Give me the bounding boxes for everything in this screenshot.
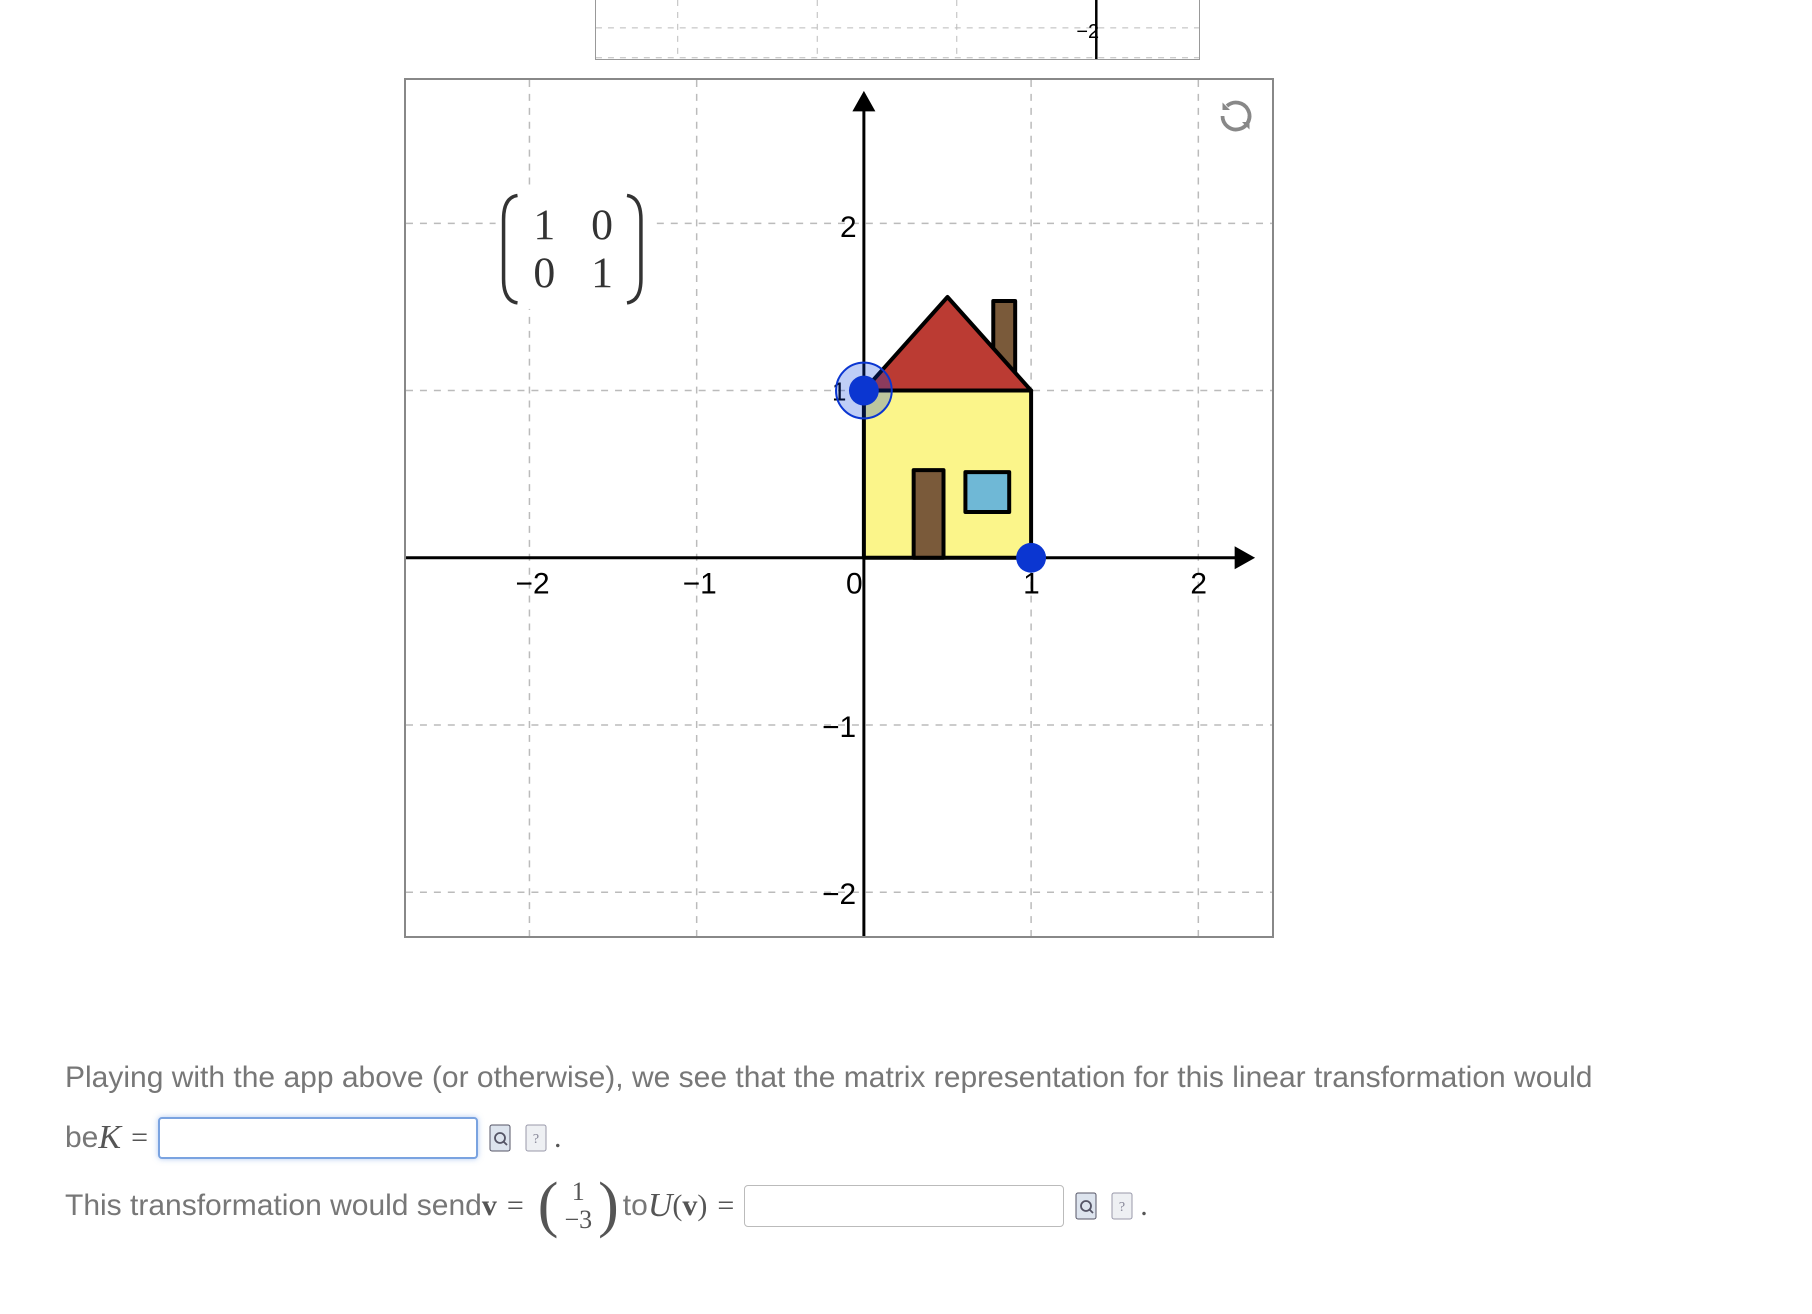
svg-text:2: 2 [840, 211, 857, 244]
period-2: . [1140, 1180, 1148, 1231]
top-cropped-plot: −2 [595, 0, 1200, 60]
svg-text:0: 0 [533, 249, 555, 297]
question-line1: Playing with the app above (or otherwise… [65, 1052, 1592, 1103]
svg-text:−2: −2 [822, 878, 856, 911]
svg-text:?: ? [533, 1132, 539, 1147]
axis-labels: −2 −1 0 1 2 1 2 −1 −2 [516, 211, 1207, 911]
help-icon-2[interactable]: ? [1108, 1190, 1136, 1222]
house-shape [864, 297, 1031, 558]
handle-point-2[interactable] [1016, 543, 1046, 573]
matrix-K-input[interactable] [158, 1117, 478, 1159]
question-line2-pre: be [65, 1112, 98, 1163]
top-fragment-svg: −2 [596, 0, 1199, 60]
preview-icon-1[interactable] [486, 1122, 514, 1154]
svg-text:0: 0 [591, 201, 613, 249]
svg-text:2: 2 [1190, 568, 1207, 601]
transformation-plot[interactable]: −2 −1 0 1 2 1 2 −1 −2 [404, 78, 1274, 938]
v-symbol: v [482, 1180, 497, 1231]
question-text: Playing with the app above (or otherwise… [65, 1052, 1745, 1241]
vec-top: 1 [572, 1178, 585, 1205]
open-paren: ( [672, 1180, 682, 1231]
U-symbol: U [648, 1177, 673, 1235]
question-line3-pre: This transformation would send [65, 1180, 482, 1231]
equals-1: = [131, 1112, 148, 1163]
help-icon-1[interactable]: ? [522, 1122, 550, 1154]
vec-bottom: −3 [564, 1206, 592, 1233]
reset-icon[interactable] [1218, 98, 1254, 134]
handle-point-1[interactable] [849, 376, 879, 406]
K-symbol: K [98, 1109, 121, 1167]
period-1: . [554, 1112, 562, 1163]
svg-text:?: ? [1119, 1200, 1125, 1215]
svg-text:−1: −1 [683, 568, 717, 601]
preview-icon-2[interactable] [1072, 1190, 1100, 1222]
to-text: to [623, 1180, 648, 1231]
svg-text:1: 1 [591, 249, 613, 297]
svg-text:−2: −2 [1076, 21, 1099, 43]
svg-text:−1: −1 [822, 711, 856, 744]
matrix-overlay-clean: 1 0 0 1 [496, 189, 655, 308]
close-paren: ) [697, 1180, 707, 1231]
svg-text:1: 1 [533, 201, 555, 249]
plot-svg: −2 −1 0 1 2 1 2 −1 −2 [406, 80, 1272, 936]
Uv-input[interactable] [744, 1185, 1064, 1227]
vector-v: ( 1 −3 ) [538, 1178, 619, 1233]
svg-text:−2: −2 [516, 568, 550, 601]
equals-2: = [507, 1180, 524, 1231]
svg-text:0: 0 [846, 568, 863, 601]
equals-3: = [717, 1180, 734, 1231]
v-symbol-2: v [682, 1180, 697, 1231]
